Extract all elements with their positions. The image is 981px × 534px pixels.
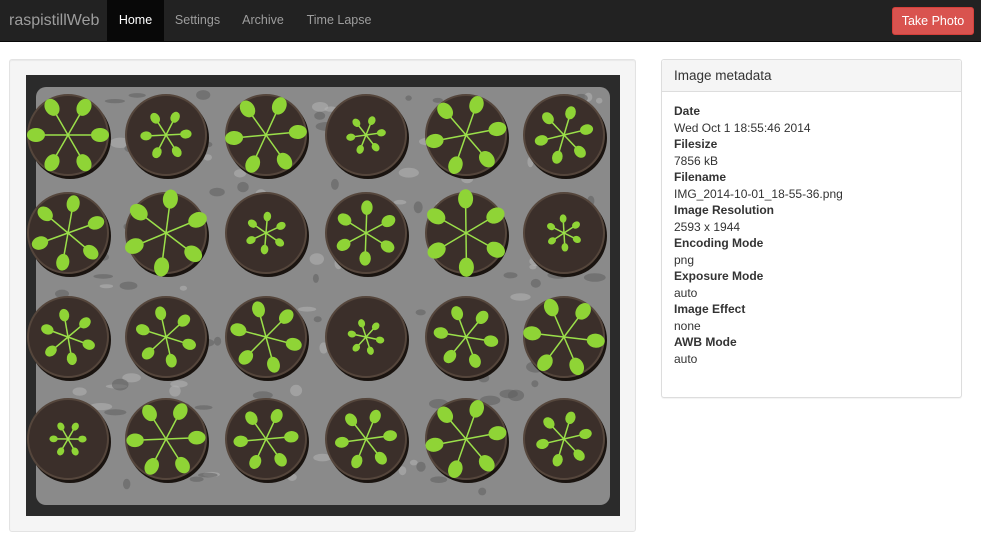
metadata-label: Image Resolution [674,203,775,217]
nav-home[interactable]: Home [107,0,164,41]
metadata-value: Wed Oct 1 18:55:46 2014 [674,120,811,135]
metadata-list: Date Wed Oct 1 18:55:46 2014 Filesize 78… [662,92,961,367]
metadata-row-awb-mode: AWB Mode auto [674,334,949,367]
metadata-value: 2593 x 1944 [674,219,741,234]
brand-link[interactable]: raspistillWeb [9,0,99,41]
metadata-value: IMG_2014-10-01_18-55-36.png [674,186,843,201]
metadata-row-image-effect: Image Effect none [674,301,949,334]
metadata-panel: Image metadata Date Wed Oct 1 18:55:46 2… [661,59,962,398]
nav-archive[interactable]: Archive [231,0,295,41]
metadata-label: Encoding Mode [674,236,764,250]
metadata-label: Image Effect [674,302,746,316]
metadata-panel-title: Image metadata [662,60,961,92]
metadata-row-resolution: Image Resolution 2593 x 1944 [674,202,949,235]
metadata-row-date: Date Wed Oct 1 18:55:46 2014 [674,103,949,136]
metadata-value: 7856 kB [674,153,719,168]
metadata-value: png [674,252,695,267]
image-well [9,59,636,532]
plant-tray-photo[interactable] [26,75,620,516]
top-navbar: raspistillWeb Home Settings Archive Time… [0,0,981,42]
metadata-label: Exposure Mode [674,269,764,283]
metadata-label: Date [674,104,701,118]
nav-settings[interactable]: Settings [164,0,231,41]
nav-time-lapse[interactable]: Time Lapse [295,0,383,41]
metadata-label: Filename [674,170,727,184]
take-photo-button[interactable]: Take Photo [892,7,974,35]
metadata-row-encoding-mode: Encoding Mode png [674,235,949,268]
metadata-row-exposure-mode: Exposure Mode auto [674,268,949,301]
metadata-value: auto [674,351,698,366]
metadata-row-filesize: Filesize 7856 kB [674,136,949,169]
metadata-label: AWB Mode [674,335,737,349]
metadata-label: Filesize [674,137,718,151]
metadata-value: none [674,318,701,333]
metadata-value: auto [674,285,698,300]
metadata-row-filename: Filename IMG_2014-10-01_18-55-36.png [674,169,949,202]
